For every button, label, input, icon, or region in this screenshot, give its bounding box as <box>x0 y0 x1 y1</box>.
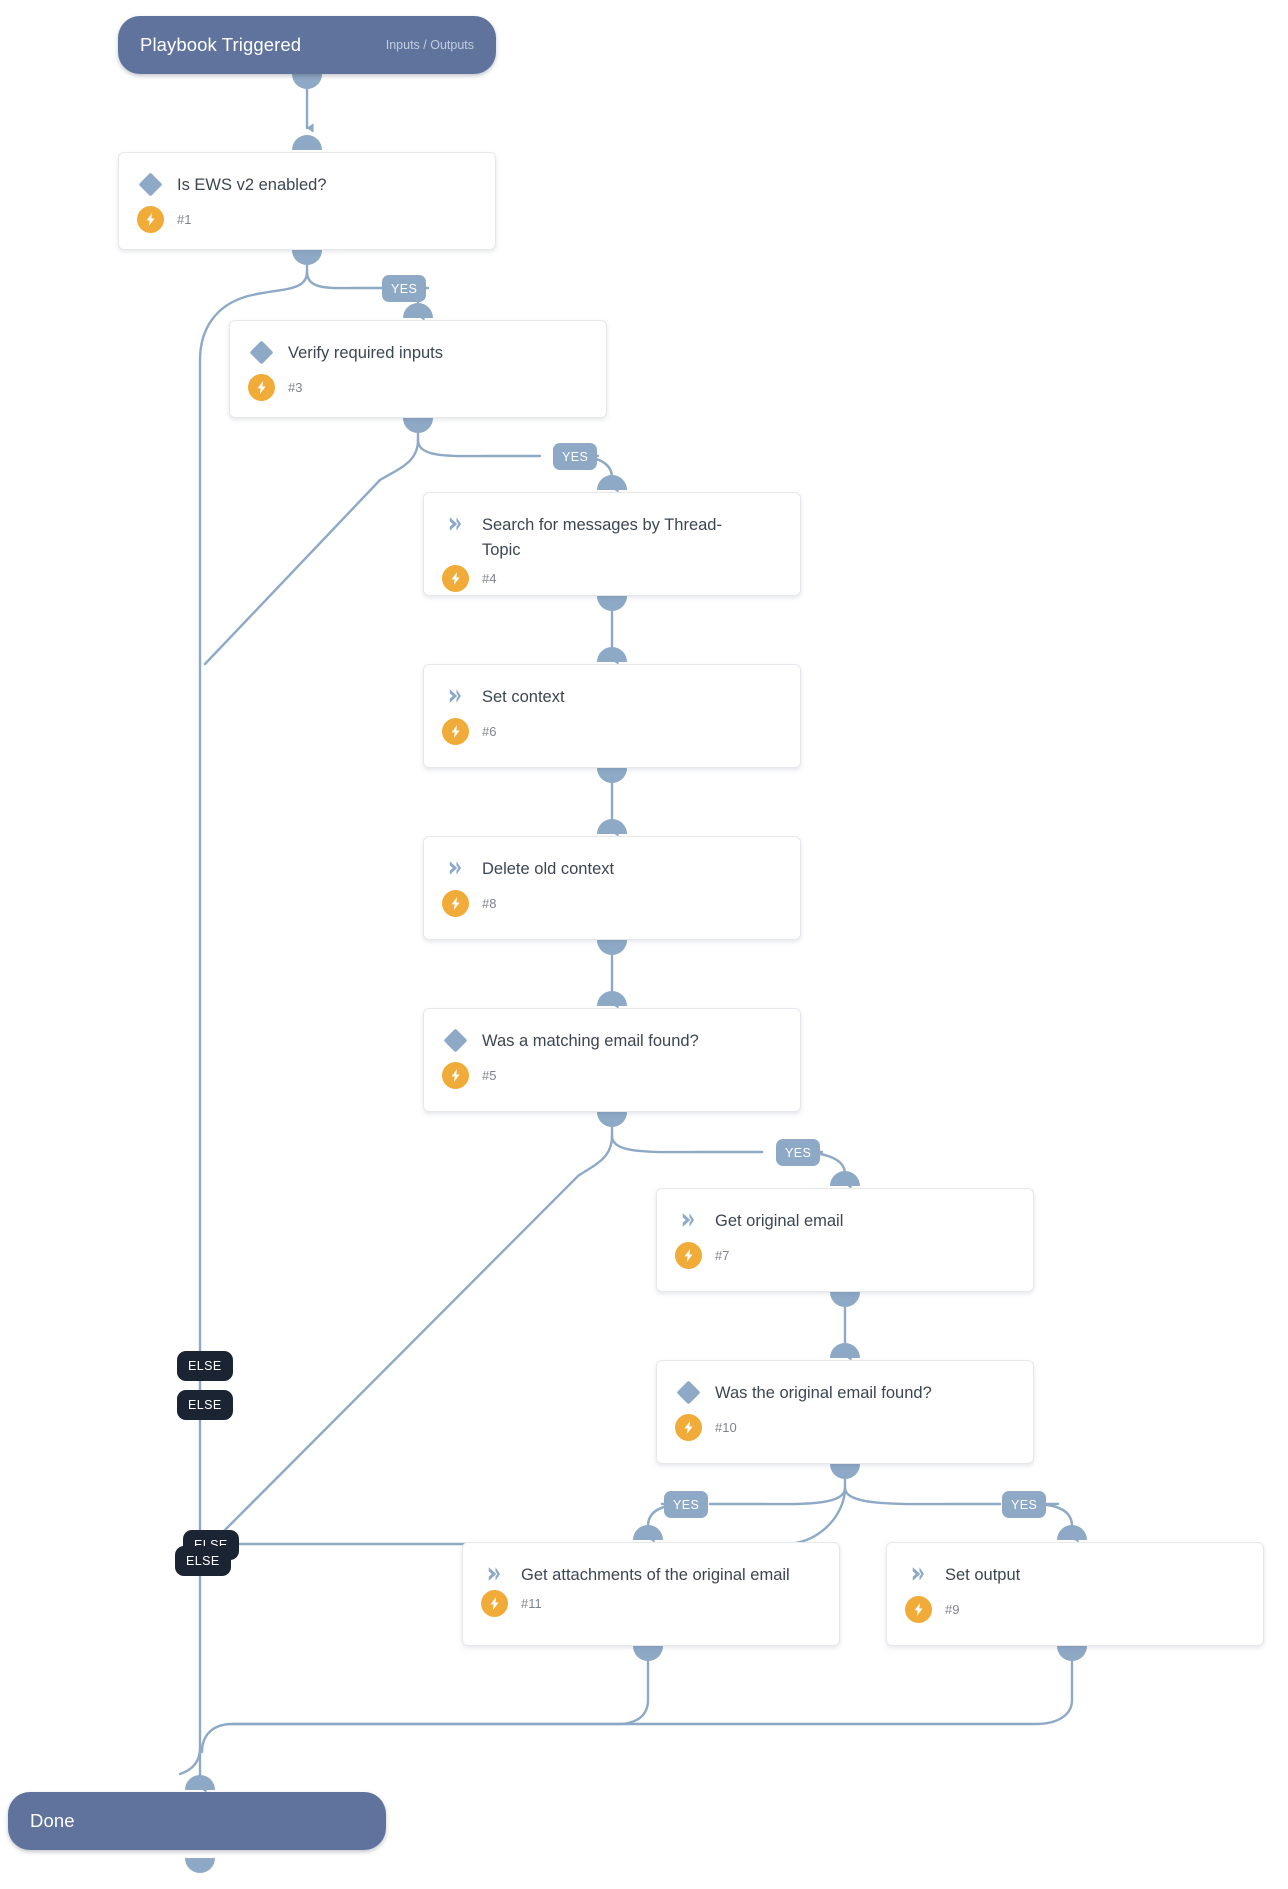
lightning-bolt-icon <box>675 1414 702 1441</box>
node-title: Get attachments of the original email <box>521 1566 790 1584</box>
node-card-delete-old-context[interactable]: Delete old context #8 <box>423 836 801 940</box>
node-number: #9 <box>945 1602 960 1617</box>
diamond-icon <box>248 339 274 365</box>
node-number: #1 <box>177 212 192 227</box>
node-title: Was the original email found? <box>715 1384 932 1402</box>
node-title: Get original email <box>715 1212 844 1230</box>
lightning-bolt-icon <box>675 1242 702 1269</box>
start-node[interactable]: Playbook Triggered Inputs / Outputs <box>118 16 496 74</box>
node-card-verify-required-inputs[interactable]: Verify required inputs #3 <box>229 320 607 418</box>
node-card-is-ews-v2-enabled[interactable]: Is EWS v2 enabled? #1 <box>118 152 496 250</box>
node-title: Set output <box>945 1566 1021 1584</box>
node-number: #6 <box>482 724 497 739</box>
node-card-set-context[interactable]: Set context #6 <box>423 664 801 768</box>
node-number: #10 <box>715 1420 737 1435</box>
end-node[interactable]: Done <box>8 1792 386 1850</box>
edge-label-else-2[interactable]: ELSE <box>177 1390 233 1420</box>
start-node-title: Playbook Triggered <box>140 34 302 55</box>
edge-label-yes-5[interactable]: YES <box>1002 1491 1047 1518</box>
node-number: #7 <box>715 1248 730 1263</box>
diamond-icon <box>675 1379 701 1405</box>
lightning-bolt-icon <box>442 1062 469 1089</box>
node-number: #5 <box>482 1068 497 1083</box>
node-card-set-output[interactable]: Set output #9 <box>886 1542 1264 1646</box>
lightning-bolt-icon <box>481 1590 508 1617</box>
diamond-icon <box>137 171 163 197</box>
chevron-icon <box>442 683 468 709</box>
node-number: #11 <box>521 1596 542 1611</box>
node-number: #3 <box>288 380 303 395</box>
chevron-icon <box>905 1561 931 1587</box>
chevron-icon <box>442 511 468 537</box>
start-node-subtitle: Inputs / Outputs <box>385 38 474 52</box>
node-card-was-a-matching-email-found[interactable]: Was a matching email found? #5 <box>423 1008 801 1112</box>
node-title: Delete old context <box>482 860 615 878</box>
lightning-bolt-icon <box>905 1596 932 1623</box>
node-card-get-attachments-of-the-original-email[interactable]: Get attachments of the original email #1… <box>462 1542 840 1646</box>
node-card-get-original-email[interactable]: Get original email #7 <box>656 1188 1034 1292</box>
edge-label-else-4[interactable]: ELSE <box>175 1546 231 1576</box>
chevron-icon <box>481 1561 507 1587</box>
lightning-bolt-icon <box>137 206 164 233</box>
node-card-search-for-messages-by-thread-topic[interactable]: Search for messages by Thread-Topic #4 <box>423 492 801 596</box>
edge-label-yes-3[interactable]: YES <box>776 1139 821 1166</box>
node-title: Was a matching email found? <box>482 1032 699 1050</box>
chevron-icon <box>442 855 468 881</box>
node-number: #8 <box>482 896 497 911</box>
edge-label-yes-4[interactable]: YES <box>664 1491 709 1518</box>
diamond-icon <box>442 1027 468 1053</box>
node-title: Set context <box>482 688 565 706</box>
node-card-was-the-original-email-found[interactable]: Was the original email found? #10 <box>656 1360 1034 1464</box>
chevron-icon <box>675 1207 701 1233</box>
lightning-bolt-icon <box>442 718 469 745</box>
lightning-bolt-icon <box>248 374 275 401</box>
node-title: Search for messages by Thread-Topic <box>482 516 722 559</box>
lightning-bolt-icon <box>442 565 469 592</box>
playbook-canvas[interactable]: Playbook Triggered Inputs / Outputs Is E… <box>0 0 1288 1889</box>
node-title: Verify required inputs <box>288 344 444 362</box>
end-node-title: Done <box>30 1810 75 1831</box>
edge-label-else-1[interactable]: ELSE <box>177 1351 233 1381</box>
edge-label-yes-2[interactable]: YES <box>553 443 598 470</box>
lightning-bolt-icon <box>442 890 469 917</box>
node-number: #4 <box>482 571 497 586</box>
node-title: Is EWS v2 enabled? <box>177 176 327 194</box>
edge-label-yes-1[interactable]: YES <box>382 275 427 302</box>
